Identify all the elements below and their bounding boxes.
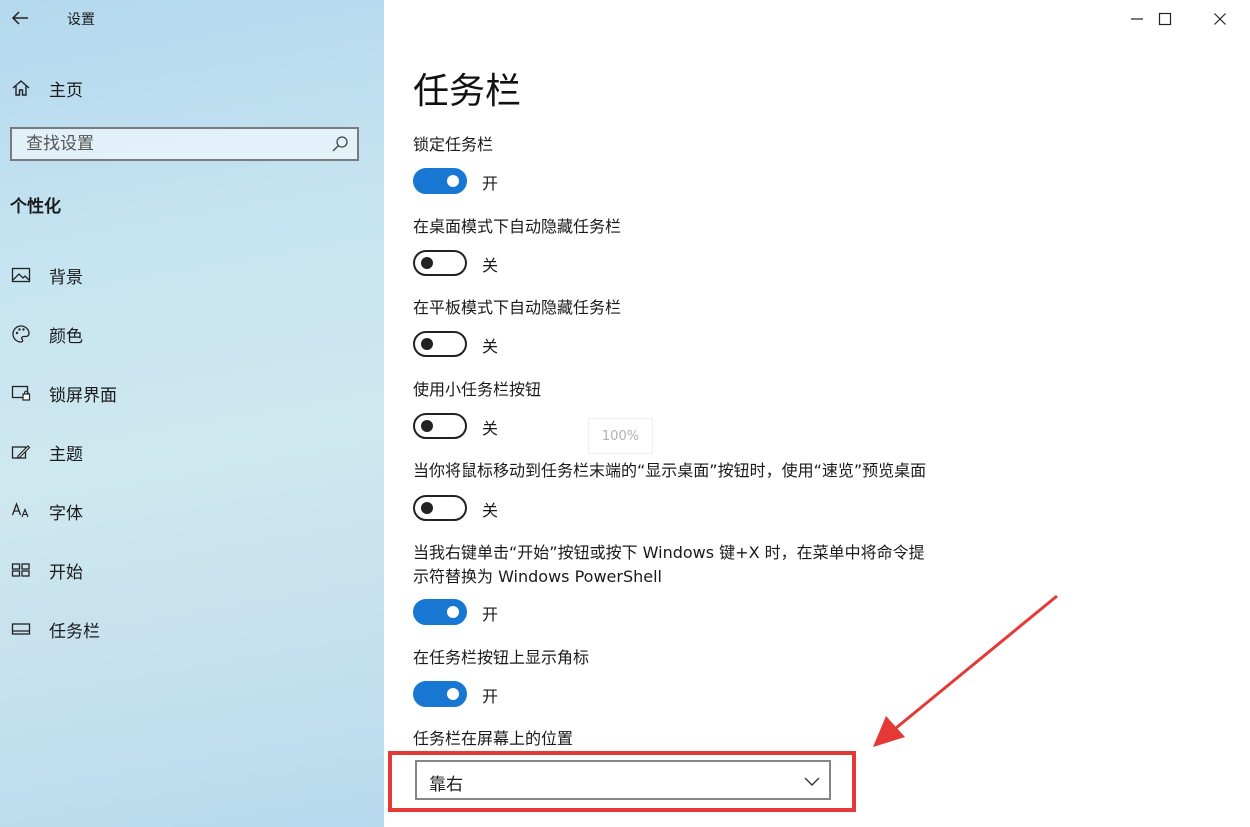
section-title: 个性化 [10, 197, 61, 217]
sidebar-item-taskbar[interactable]: 任务栏 [0, 609, 384, 649]
toggle-state-label: 开 [482, 174, 499, 193]
main-content: 任务栏 锁定任务栏 开 在桌面模式下自动隐藏任务栏 关 在平板模式下自动隐藏任务… [384, 0, 1250, 827]
sidebar-item-label: 颜色 [49, 326, 83, 347]
setting-label-powershell: 当我右键单击“开始”按钮或按下 Windows 键+X 时，在菜单中将命令提 示… [413, 541, 925, 589]
toggle-knob [447, 175, 459, 187]
home-icon [10, 77, 32, 99]
sidebar-item-background[interactable]: 背景 [0, 255, 384, 295]
toggle-knob [447, 688, 459, 700]
toggle-badges[interactable] [413, 681, 467, 707]
sidebar-item-label: 字体 [49, 503, 83, 524]
minimize-button[interactable] [1124, 6, 1150, 32]
font-icon [10, 500, 32, 522]
toggle-peek[interactable] [413, 495, 467, 521]
toggle-state-label: 关 [482, 501, 499, 520]
maximize-button[interactable] [1152, 6, 1178, 32]
sidebar-item-start[interactable]: 开始 [0, 550, 384, 590]
search-input[interactable] [12, 129, 336, 159]
toggle-knob [421, 502, 433, 514]
sidebar-item-themes[interactable]: 主题 [0, 432, 384, 472]
setting-label-position: 任务栏在屏幕上的位置 [413, 729, 574, 748]
toggle-knob [421, 338, 433, 350]
app-title: 设置 [67, 12, 95, 28]
toggle-knob [421, 420, 433, 432]
sidebar-item-label: 主题 [49, 444, 83, 465]
toggle-lock-taskbar[interactable] [413, 168, 467, 194]
back-button[interactable] [8, 6, 32, 30]
minimize-icon [1131, 18, 1143, 20]
maximize-icon [1158, 12, 1172, 26]
sidebar-item-label: 锁屏界面 [49, 385, 117, 406]
close-icon [1214, 13, 1226, 25]
page-title: 任务栏 [413, 71, 522, 112]
setting-label-autohide-desktop: 在桌面模式下自动隐藏任务栏 [413, 217, 622, 236]
title-bar: 设置 [0, 0, 384, 38]
toggle-state-label: 开 [482, 687, 499, 706]
toggle-knob [421, 257, 433, 269]
toggle-small-buttons[interactable] [413, 413, 467, 439]
back-arrow-icon [11, 11, 28, 25]
sidebar-item-lock-screen[interactable]: 锁屏界面 [0, 373, 384, 413]
setting-label-small-buttons: 使用小任务栏按钮 [413, 380, 542, 399]
toggle-state-label: 关 [482, 256, 499, 275]
sidebar-item-label: 任务栏 [49, 621, 100, 642]
sidebar-item-label: 开始 [49, 562, 83, 583]
theme-icon [10, 441, 32, 463]
sidebar-item-label: 背景 [49, 267, 83, 288]
sidebar-item-colors[interactable]: 颜色 [0, 314, 384, 354]
close-button[interactable] [1207, 6, 1233, 32]
toggle-knob [447, 606, 459, 618]
toggle-state-label: 关 [482, 419, 499, 438]
search-box [10, 127, 359, 161]
taskbar-icon [10, 618, 32, 640]
search-icon[interactable] [331, 135, 349, 153]
sidebar-item-home[interactable]: 主页 [0, 68, 384, 108]
setting-label-line: 示符替换为 Windows PowerShell [413, 567, 663, 586]
toggle-state-label: 开 [482, 605, 499, 624]
sidebar: 设置 主页 个性化 背景 颜色 锁屏界面 [0, 0, 384, 827]
palette-icon [10, 323, 32, 345]
setting-label-line: 当我右键单击“开始”按钮或按下 Windows 键+X 时，在菜单中将命令提 [413, 543, 925, 562]
sidebar-item-label: 主页 [49, 80, 83, 101]
toggle-powershell[interactable] [413, 599, 467, 625]
lock-screen-icon [10, 382, 32, 404]
setting-label-peek: 当你将鼠标移动到任务栏末端的“显示桌面”按钮时，使用“速览”预览桌面 [413, 461, 927, 480]
setting-label-autohide-tablet: 在平板模式下自动隐藏任务栏 [413, 298, 622, 317]
toggle-autohide-tablet[interactable] [413, 331, 467, 357]
toggle-autohide-desktop[interactable] [413, 250, 467, 276]
start-icon [10, 559, 32, 581]
annotation-highlight-box [388, 751, 856, 812]
sidebar-item-fonts[interactable]: 字体 [0, 491, 384, 531]
zoom-indicator: 100% [588, 418, 653, 454]
toggle-state-label: 关 [482, 337, 499, 356]
setting-label-badges: 在任务栏按钮上显示角标 [413, 648, 590, 667]
picture-icon [10, 264, 32, 286]
setting-label-lock-taskbar: 锁定任务栏 [413, 135, 494, 154]
